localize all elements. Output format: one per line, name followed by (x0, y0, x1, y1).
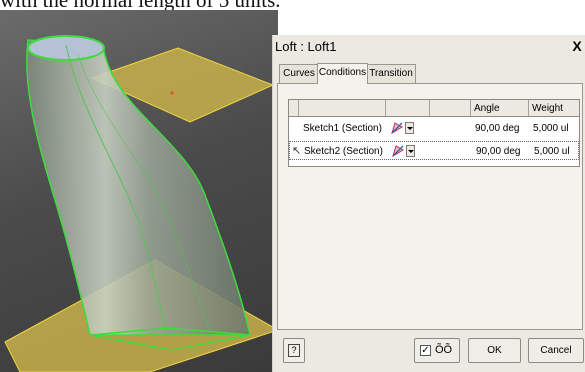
plane-center-point (170, 91, 174, 95)
conditions-panel: Angle Weight Sketch1 (Section) 90,00 deg… (277, 83, 583, 330)
3d-viewport[interactable] (0, 10, 278, 372)
condition-dropdown[interactable] (406, 145, 415, 157)
table-row[interactable]: ↖ Sketch2 (Section) 90,00 deg 5,000 ul (289, 141, 579, 160)
preview-checkbox[interactable]: ✓ (420, 345, 431, 356)
dialog-title-bar[interactable]: Loft : Loft1 X (273, 35, 585, 59)
tangent-condition-icon[interactable] (392, 145, 404, 157)
loft-top-profile (27, 35, 105, 61)
weight-value[interactable]: 5,000 ul (533, 119, 569, 138)
loft-dialog: Loft : Loft1 X Curves Conditions Transit… (272, 35, 585, 372)
dialog-title: Loft : Loft1 (275, 39, 337, 54)
column-header (289, 100, 299, 117)
column-header (430, 100, 471, 117)
cancel-button[interactable]: Cancel (528, 338, 584, 363)
weight-value[interactable]: 5,000 ul (534, 142, 570, 161)
glasses-icon: ÕÕ (435, 344, 453, 356)
angle-value[interactable]: 90,00 deg (476, 142, 521, 161)
tab-conditions[interactable]: Conditions (317, 63, 368, 84)
angle-value[interactable]: 90,00 deg (475, 119, 520, 138)
document-caption-text: with the normal length of 5 units. (0, 0, 585, 10)
close-button[interactable]: X (570, 37, 584, 55)
loft-model-render (4, 35, 278, 372)
cursor-icon: ↖ (292, 145, 302, 157)
table-row[interactable]: Sketch1 (Section) 90,00 deg 5,000 ul (289, 119, 579, 138)
tangent-condition-icon[interactable] (391, 122, 403, 134)
section-name: Sketch1 (Section) (303, 123, 382, 134)
ok-button[interactable]: OK (468, 338, 521, 363)
conditions-table: Angle Weight Sketch1 (Section) 90,00 deg… (288, 99, 580, 167)
tab-curves[interactable]: Curves (279, 64, 319, 83)
column-header (386, 100, 430, 117)
help-icon: ? (288, 344, 300, 357)
preview-toggle[interactable]: ✓ ÕÕ (414, 338, 460, 363)
help-button[interactable]: ? (283, 338, 305, 363)
tab-transition[interactable]: Transition (366, 64, 416, 83)
column-header (299, 100, 386, 117)
section-name: Sketch2 (Section) (304, 146, 383, 157)
condition-dropdown[interactable] (405, 122, 414, 134)
column-header-weight: Weight (529, 100, 579, 117)
column-header-angle: Angle (471, 100, 529, 117)
